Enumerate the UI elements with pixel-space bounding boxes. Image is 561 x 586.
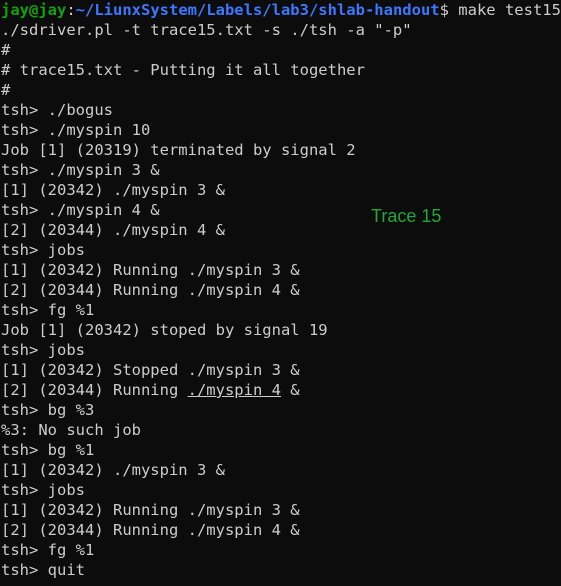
- prompt-command: make test15: [448, 1, 561, 19]
- output-line: tsh> fg %1: [1, 301, 95, 319]
- output-line: #: [1, 81, 11, 99]
- output-line: [2] (20344) Running ./myspin 4 &: [1, 281, 300, 299]
- terminal-window[interactable]: jay@jay:~/LiunxSystem/Labels/lab3/shlab-…: [1, 0, 561, 586]
- output-line: tsh> ./myspin 4 &: [1, 201, 160, 219]
- output-line: tsh> jobs: [1, 241, 85, 259]
- output-line: tsh> quit: [1, 561, 85, 579]
- output-line: tsh> ./myspin 10: [1, 121, 151, 139]
- output-line: [1] (20342) ./myspin 3 &: [1, 181, 225, 199]
- output-line: Job [1] (20319) terminated by signal 2: [1, 141, 356, 159]
- prompt-user: jay@jay: [1, 1, 67, 19]
- output-line: #: [1, 41, 11, 59]
- output-line: tsh> ./bogus: [1, 101, 113, 119]
- output-line: # trace15.txt - Putting it all together: [1, 61, 365, 79]
- output-line: tsh> bg %1: [1, 441, 95, 459]
- output-line: [1] (20342) Running ./myspin 3 &: [1, 501, 300, 519]
- shell-prompt-line: jay@jay:~/LiunxSystem/Labels/lab3/shlab-…: [1, 0, 561, 20]
- output-line-underlined: [2] (20344) Running ./myspin 4 &: [1, 380, 561, 400]
- trace-annotation: Trace 15: [371, 206, 442, 226]
- output-line: [1] (20342) ./myspin 3 &: [1, 461, 225, 479]
- underlined-line-suffix: &: [280, 381, 300, 399]
- output-line: tsh> fg %1: [1, 541, 95, 559]
- output-line: [1] (20342) Stopped ./myspin 3 &: [1, 361, 300, 379]
- output-line: Job [1] (20342) stoped by signal 19: [1, 321, 328, 339]
- output-line: [2] (20344) ./myspin 4 &: [1, 221, 225, 239]
- prompt-separator: :: [66, 1, 76, 19]
- output-line: ./sdriver.pl -t trace15.txt -s ./tsh -a …: [1, 21, 412, 39]
- output-line: %3: No such job: [1, 421, 141, 439]
- output-line: tsh> jobs: [1, 341, 85, 359]
- output-line: tsh> jobs: [1, 481, 85, 499]
- output-line: tsh> bg %3: [1, 401, 95, 419]
- prompt-symbol: $: [439, 1, 449, 19]
- underlined-link-text[interactable]: ./myspin 4: [188, 381, 281, 399]
- output-line: [2] (20344) Running ./myspin 4 &: [1, 521, 300, 539]
- output-line: [1] (20342) Running ./myspin 3 &: [1, 261, 300, 279]
- underlined-line-prefix: [2] (20344) Running: [1, 381, 188, 399]
- output-line: tsh> ./myspin 3 &: [1, 161, 160, 179]
- prompt-path: ~/LiunxSystem/Labels/lab3/shlab-handout: [75, 1, 440, 19]
